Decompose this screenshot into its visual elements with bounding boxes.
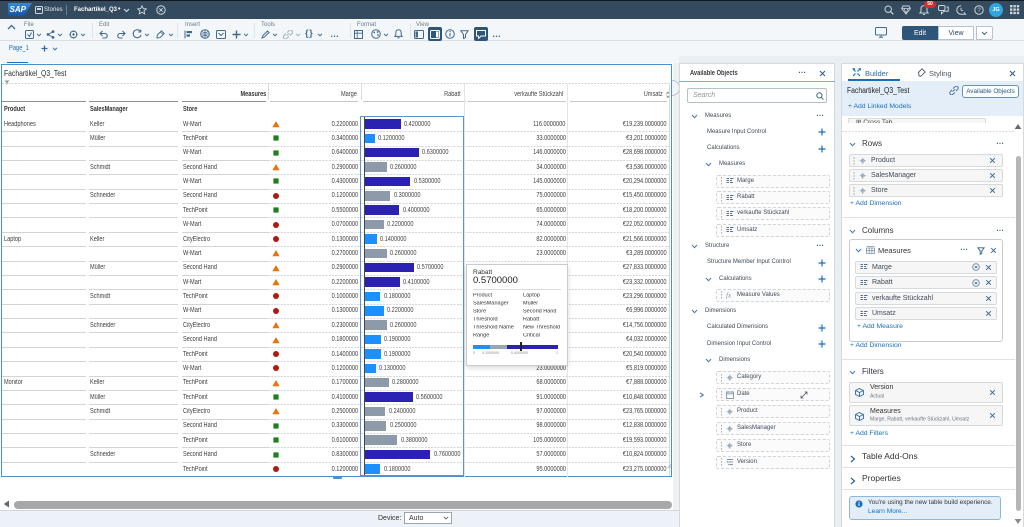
svg-text:fx: fx xyxy=(726,292,732,300)
svg-text:?: ? xyxy=(977,7,981,14)
